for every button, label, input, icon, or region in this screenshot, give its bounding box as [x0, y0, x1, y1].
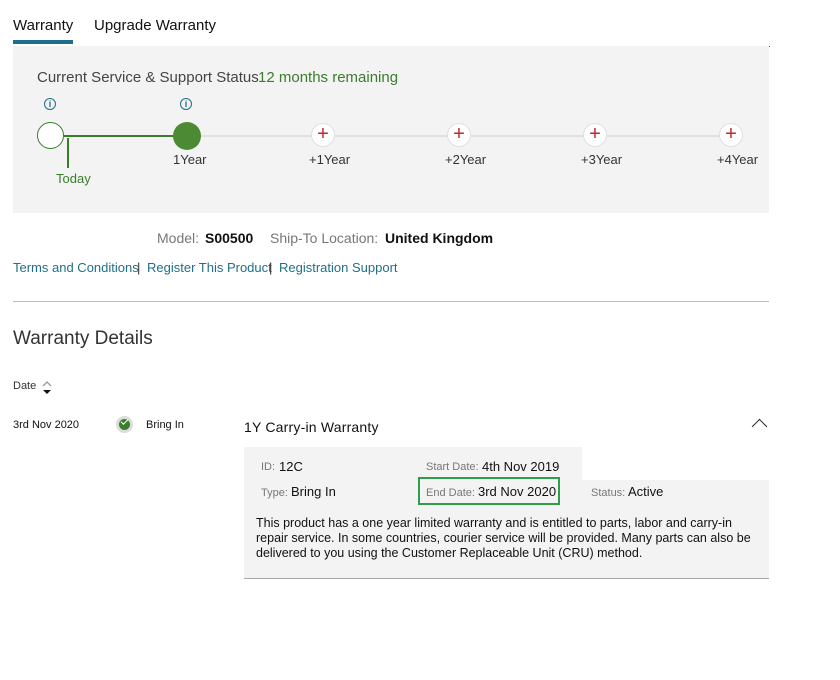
ship-location-label: Ship-To Location: — [270, 230, 379, 246]
chevron-up-icon[interactable] — [751, 418, 768, 435]
plus-icon[interactable]: + — [583, 123, 607, 147]
plus-icon[interactable]: + — [447, 123, 471, 147]
tab-bar: Warranty Upgrade Warranty — [13, 0, 770, 47]
sort-icon[interactable] — [42, 379, 52, 397]
ship-location-value: United Kingdom — [385, 230, 494, 246]
today-marker — [37, 122, 64, 149]
status-label: Current Service & Support Status — [37, 69, 259, 86]
tab-warranty[interactable]: Warranty — [13, 17, 74, 44]
row-date: 3rd Nov 2020 — [13, 419, 80, 431]
model-label: Model: — [157, 230, 200, 246]
tab-upgrade-warranty[interactable]: Upgrade Warranty — [94, 17, 216, 34]
plus-icon[interactable]: + — [311, 123, 335, 147]
timeline-label: 1Year — [173, 152, 207, 167]
start-date-value: 4th Nov 2019 — [482, 459, 560, 474]
timeline-label: +3Year — [581, 152, 623, 167]
end-date-value: 3rd Nov 2020 — [478, 484, 557, 499]
type-value: Bring In — [291, 484, 336, 499]
id-label: ID: — [261, 461, 276, 473]
type-label: Type: — [261, 487, 288, 499]
today-connector — [67, 138, 69, 168]
warranty-description: This product has a one year limited warr… — [256, 516, 751, 560]
timeline-label: +4Year — [717, 152, 759, 167]
sort-date-label[interactable]: Date — [13, 380, 36, 392]
info-icon[interactable]: i — [180, 98, 192, 110]
timeline-label: +1Year — [309, 152, 351, 167]
status-label-detail: Status: — [591, 487, 626, 499]
status-remaining: 12 months remaining — [258, 69, 399, 86]
registration-support-link[interactable]: Registration Support — [279, 260, 398, 275]
id-value: 12C — [279, 459, 303, 474]
status-value: Active — [628, 484, 664, 499]
warranty-details-heading: Warranty Details — [13, 328, 153, 349]
today-label: Today — [56, 171, 91, 186]
start-date-label: Start Date: — [426, 461, 479, 473]
current-year-marker — [173, 122, 201, 150]
model-value: S00500 — [205, 230, 254, 246]
timeline-label: +2Year — [445, 152, 487, 167]
link-separator: | — [137, 260, 141, 275]
plus-icon[interactable]: + — [719, 123, 743, 147]
warranty-title: 1Y Carry-in Warranty — [244, 419, 379, 435]
terms-link[interactable]: Terms and Conditions — [13, 260, 139, 275]
row-service: Bring In — [146, 419, 184, 431]
link-separator: | — [269, 260, 273, 275]
register-product-link[interactable]: Register This Product — [147, 260, 272, 275]
divider — [13, 301, 769, 302]
end-date-label: End Date: — [426, 487, 475, 499]
info-icon[interactable]: i — [44, 98, 56, 110]
timeline-progress — [64, 135, 188, 137]
